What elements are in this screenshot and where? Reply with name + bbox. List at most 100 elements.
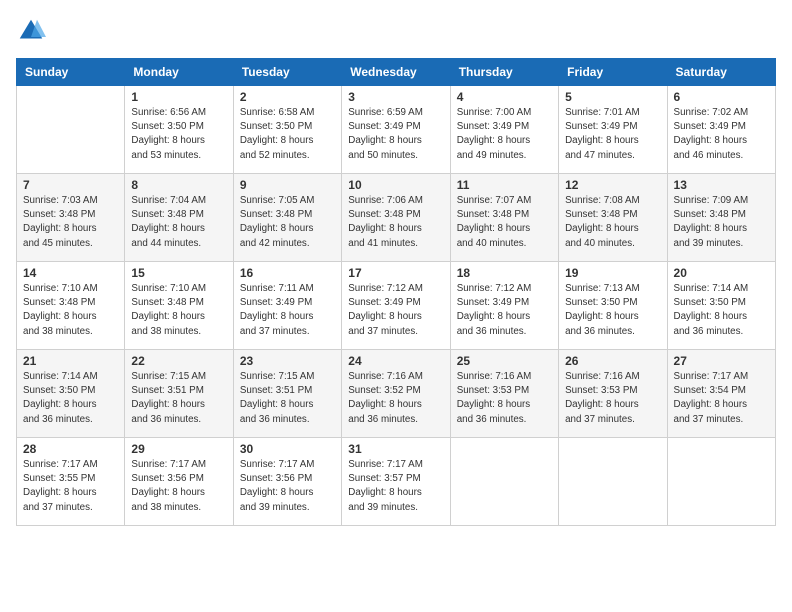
calendar-cell: 25Sunrise: 7:16 AMSunset: 3:53 PMDayligh…: [450, 350, 558, 438]
day-number: 7: [23, 178, 118, 192]
day-info: Sunrise: 7:14 AMSunset: 3:50 PMDaylight:…: [23, 370, 118, 427]
calendar-cell: 17 Sunrise: 7:12 AMSunset: 3:49 PMDayligh…: [342, 262, 450, 350]
calendar-week-row: 7 Sunrise: 7:03 AMSunset: 3:48 PMDaylight…: [17, 174, 776, 262]
day-number: 9: [240, 178, 335, 192]
day-number: 25: [457, 354, 552, 368]
day-info: Sunrise: 7:09 AMSunset: 3:48 PMDaylight:…: [674, 194, 769, 251]
day-info: Sunrise: 7:13 AMSunset: 3:50 PMDaylight:…: [565, 282, 660, 339]
day-info: Sunrise: 7:07 AMSunset: 3:48 PMDaylight:…: [457, 194, 552, 251]
day-info: Sunrise: 7:15 AMSunset: 3:51 PMDaylight:…: [240, 370, 335, 427]
calendar-cell: 3 Sunrise: 6:59 AMSunset: 3:49 PMDaylight…: [342, 86, 450, 174]
day-number: 27: [674, 354, 769, 368]
day-number: 29: [131, 442, 226, 456]
day-info: Sunrise: 7:04 AMSunset: 3:48 PMDaylight:…: [131, 194, 226, 251]
day-of-week-header: Friday: [559, 59, 667, 86]
day-number: 20: [674, 266, 769, 280]
day-number: 3: [348, 90, 443, 104]
day-info: Sunrise: 6:58 AMSunset: 3:50 PMDaylight:…: [240, 106, 335, 163]
day-info: Sunrise: 7:17 AMSunset: 3:56 PMDaylight:…: [240, 458, 335, 515]
calendar-cell: [17, 86, 125, 174]
day-info: Sunrise: 7:03 AMSunset: 3:48 PMDaylight:…: [23, 194, 118, 251]
day-number: 8: [131, 178, 226, 192]
day-number: 13: [674, 178, 769, 192]
day-number: 22: [131, 354, 226, 368]
calendar-table: SundayMondayTuesdayWednesdayThursdayFrid…: [16, 58, 776, 526]
day-of-week-header: Tuesday: [233, 59, 341, 86]
day-info: Sunrise: 7:12 AMSunset: 3:49 PMDaylight:…: [348, 282, 443, 339]
calendar-cell: [450, 438, 558, 526]
day-info: Sunrise: 7:00 AMSunset: 3:49 PMDaylight:…: [457, 106, 552, 163]
day-number: 21: [23, 354, 118, 368]
calendar-cell: 1 Sunrise: 6:56 AMSunset: 3:50 PMDaylight…: [125, 86, 233, 174]
day-number: 12: [565, 178, 660, 192]
day-number: 15: [131, 266, 226, 280]
calendar-cell: 14 Sunrise: 7:10 AMSunset: 3:48 PMDayligh…: [17, 262, 125, 350]
calendar-cell: 24Sunrise: 7:16 AMSunset: 3:52 PMDayligh…: [342, 350, 450, 438]
day-info: Sunrise: 6:56 AMSunset: 3:50 PMDaylight:…: [131, 106, 226, 163]
day-info: Sunrise: 7:12 AMSunset: 3:49 PMDaylight:…: [457, 282, 552, 339]
day-info: Sunrise: 7:14 AMSunset: 3:50 PMDaylight:…: [674, 282, 769, 339]
day-of-week-header: Sunday: [17, 59, 125, 86]
day-info: Sunrise: 7:02 AMSunset: 3:49 PMDaylight:…: [674, 106, 769, 163]
calendar-cell: 30 Sunrise: 7:17 AMSunset: 3:56 PMDayligh…: [233, 438, 341, 526]
calendar-cell: 11 Sunrise: 7:07 AMSunset: 3:48 PMDayligh…: [450, 174, 558, 262]
day-number: 6: [674, 90, 769, 104]
day-info: Sunrise: 7:17 AMSunset: 3:55 PMDaylight:…: [23, 458, 118, 515]
day-number: 17: [348, 266, 443, 280]
calendar-cell: 26Sunrise: 7:16 AMSunset: 3:53 PMDayligh…: [559, 350, 667, 438]
day-number: 11: [457, 178, 552, 192]
day-number: 19: [565, 266, 660, 280]
calendar-cell: 31Sunrise: 7:17 AMSunset: 3:57 PMDayligh…: [342, 438, 450, 526]
day-of-week-header: Monday: [125, 59, 233, 86]
calendar-week-row: 21 Sunrise: 7:14 AMSunset: 3:50 PMDayligh…: [17, 350, 776, 438]
day-info: Sunrise: 7:01 AMSunset: 3:49 PMDaylight:…: [565, 106, 660, 163]
calendar-cell: 23 Sunrise: 7:15 AMSunset: 3:51 PMDayligh…: [233, 350, 341, 438]
day-of-week-header: Saturday: [667, 59, 775, 86]
day-info: Sunrise: 6:59 AMSunset: 3:49 PMDaylight:…: [348, 106, 443, 163]
calendar-cell: 2 Sunrise: 6:58 AMSunset: 3:50 PMDaylight…: [233, 86, 341, 174]
day-number: 4: [457, 90, 552, 104]
calendar-cell: 29 Sunrise: 7:17 AMSunset: 3:56 PMDayligh…: [125, 438, 233, 526]
day-number: 23: [240, 354, 335, 368]
calendar-cell: 16 Sunrise: 7:11 AMSunset: 3:49 PMDayligh…: [233, 262, 341, 350]
calendar-cell: 20 Sunrise: 7:14 AMSunset: 3:50 PMDayligh…: [667, 262, 775, 350]
day-number: 24: [348, 354, 443, 368]
calendar-cell: 21 Sunrise: 7:14 AMSunset: 3:50 PMDayligh…: [17, 350, 125, 438]
calendar-week-row: 14 Sunrise: 7:10 AMSunset: 3:48 PMDayligh…: [17, 262, 776, 350]
day-number: 26: [565, 354, 660, 368]
day-info: Sunrise: 7:06 AMSunset: 3:48 PMDaylight:…: [348, 194, 443, 251]
day-number: 31: [348, 442, 443, 456]
day-info: Sunrise: 7:11 AMSunset: 3:49 PMDaylight:…: [240, 282, 335, 339]
calendar-cell: 12 Sunrise: 7:08 AMSunset: 3:48 PMDayligh…: [559, 174, 667, 262]
day-info: Sunrise: 7:17 AMSunset: 3:56 PMDaylight:…: [131, 458, 226, 515]
day-number: 1: [131, 90, 226, 104]
calendar-cell: 6 Sunrise: 7:02 AMSunset: 3:49 PMDaylight…: [667, 86, 775, 174]
day-number: 18: [457, 266, 552, 280]
calendar-header-row: SundayMondayTuesdayWednesdayThursdayFrid…: [17, 59, 776, 86]
day-info: Sunrise: 7:08 AMSunset: 3:48 PMDaylight:…: [565, 194, 660, 251]
calendar-cell: 28 Sunrise: 7:17 AMSunset: 3:55 PMDayligh…: [17, 438, 125, 526]
day-number: 28: [23, 442, 118, 456]
page-header: [16, 16, 776, 46]
calendar-cell: 7 Sunrise: 7:03 AMSunset: 3:48 PMDaylight…: [17, 174, 125, 262]
calendar-week-row: 28 Sunrise: 7:17 AMSunset: 3:55 PMDayligh…: [17, 438, 776, 526]
day-info: Sunrise: 7:17 AMSunset: 3:54 PMDaylight:…: [674, 370, 769, 427]
calendar-cell: 22 Sunrise: 7:15 AMSunset: 3:51 PMDayligh…: [125, 350, 233, 438]
day-info: Sunrise: 7:10 AMSunset: 3:48 PMDaylight:…: [23, 282, 118, 339]
calendar-cell: [559, 438, 667, 526]
day-number: 16: [240, 266, 335, 280]
calendar-cell: 13 Sunrise: 7:09 AMSunset: 3:48 PMDayligh…: [667, 174, 775, 262]
calendar-cell: 18 Sunrise: 7:12 AMSunset: 3:49 PMDayligh…: [450, 262, 558, 350]
calendar-cell: 10Sunrise: 7:06 AMSunset: 3:48 PMDayligh…: [342, 174, 450, 262]
calendar-cell: 4 Sunrise: 7:00 AMSunset: 3:49 PMDaylight…: [450, 86, 558, 174]
day-info: Sunrise: 7:15 AMSunset: 3:51 PMDaylight:…: [131, 370, 226, 427]
calendar-cell: 19 Sunrise: 7:13 AMSunset: 3:50 PMDayligh…: [559, 262, 667, 350]
calendar-cell: 27 Sunrise: 7:17 AMSunset: 3:54 PMDayligh…: [667, 350, 775, 438]
calendar-cell: 15 Sunrise: 7:10 AMSunset: 3:48 PMDayligh…: [125, 262, 233, 350]
day-number: 30: [240, 442, 335, 456]
day-info: Sunrise: 7:10 AMSunset: 3:48 PMDaylight:…: [131, 282, 226, 339]
calendar-cell: 8 Sunrise: 7:04 AMSunset: 3:48 PMDaylight…: [125, 174, 233, 262]
day-number: 2: [240, 90, 335, 104]
day-number: 14: [23, 266, 118, 280]
logo: [16, 16, 50, 46]
